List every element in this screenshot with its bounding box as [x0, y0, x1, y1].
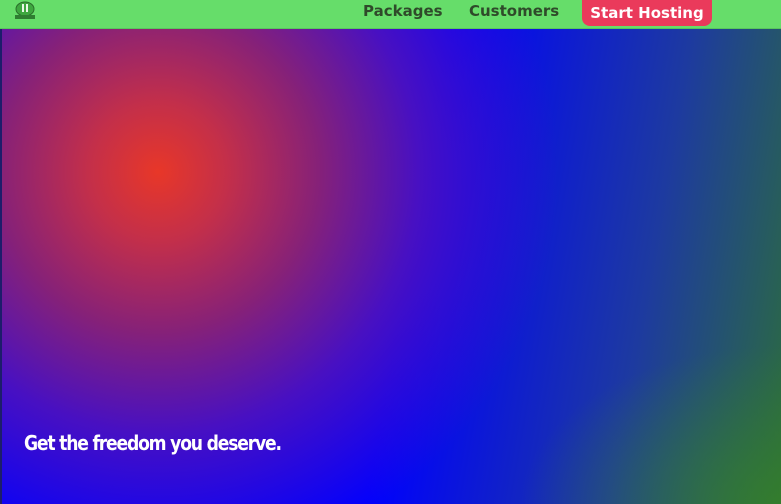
start-hosting-button[interactable]: Start Hosting: [582, 0, 712, 26]
hero-tagline: Get the freedom you deserve.: [24, 431, 282, 455]
nav-link-packages[interactable]: Packages: [363, 1, 443, 21]
nav-link-customers[interactable]: Customers: [469, 1, 559, 21]
top-navbar: Packages Customers Start Hosting: [0, 0, 781, 29]
hero-section: Get the freedom you deserve.: [0, 29, 781, 504]
hero-left-edge: [0, 29, 2, 504]
leaf-logo-icon[interactable]: [13, 1, 37, 20]
